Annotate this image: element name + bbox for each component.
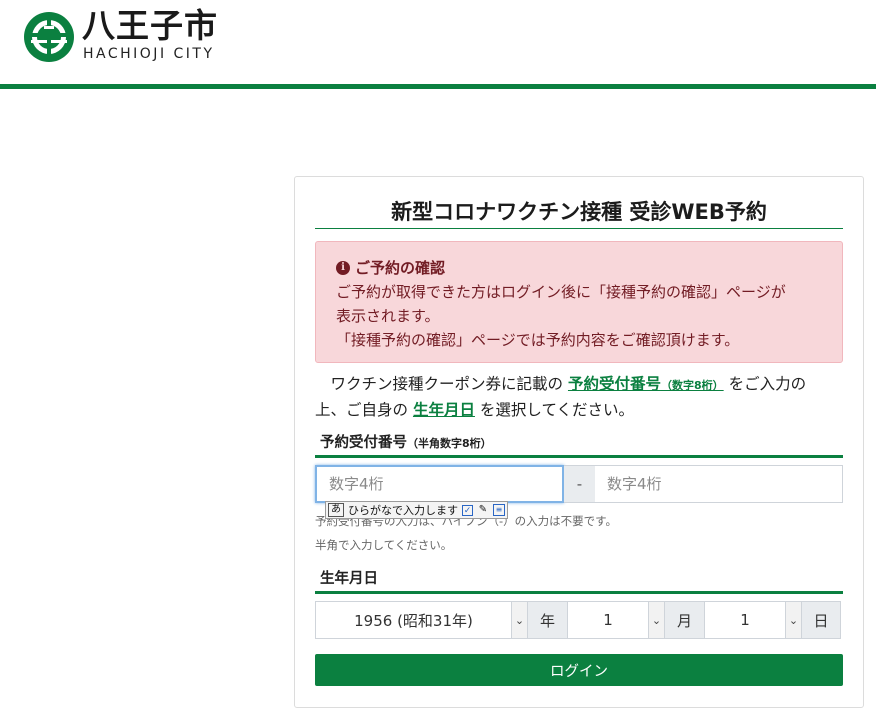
alert-line-3: 「接種予約の確認」ページでは予約内容をご確認頂けます。 [336, 331, 740, 349]
hachioji-emblem-icon[interactable] [23, 11, 75, 63]
reservation-confirm-alert: i ご予約の確認 ご予約が取得できた方はログイン後に「接種予約の確認」ページが … [315, 241, 843, 363]
reservation-number-separator: - [564, 465, 595, 503]
ime-dictionary-icon[interactable]: ✎ [477, 504, 489, 516]
alert-line-2: 表示されます。 [336, 307, 440, 325]
reservation-login-card: 新型コロナワクチン接種 受診WEB予約 i ご予約の確認 ご予約が取得できた方は… [294, 176, 864, 708]
intro-part-4: を選択してください。 [479, 401, 634, 419]
alert-line-1: ご予約が取得できた方はログイン後に「接種予約の確認」ページが [336, 283, 786, 301]
year-unit: 年 [528, 601, 567, 639]
reservation-number-label-text: 予約受付番号 [320, 435, 407, 451]
chevron-down-icon[interactable]: ⌄ [785, 602, 801, 638]
birth-month-value: 1 [603, 611, 613, 629]
reservation-number-second-input[interactable] [595, 465, 843, 503]
intro-text: ワクチン接種クーポン券に記載の 予約受付番号（数字8桁） をご入力の 上、ご自身… [315, 372, 843, 422]
birth-day-select[interactable]: 1 ⌄ [704, 601, 802, 639]
form-title: 新型コロナワクチン接種 受診WEB予約 [391, 200, 767, 224]
logo-title-ja: 八王子市 [82, 6, 218, 45]
birth-year-value: 1956 (昭和31年) [354, 611, 473, 630]
birth-day-value: 1 [740, 611, 750, 629]
reservation-number-label-sub: （半角数字8桁） [407, 437, 492, 450]
alert-title: ご予約の確認 [355, 259, 446, 277]
ime-toolbar[interactable]: あ ひらがなで入力します ✓ ✎ ≡ [325, 501, 508, 519]
ime-checkbox-icon[interactable]: ✓ [462, 504, 473, 516]
header-divider [0, 84, 876, 89]
birthdate-link[interactable]: 生年月日 [413, 401, 475, 419]
reservation-number-link-note: （数字8桁） [660, 379, 724, 392]
intro-part-3: 上、ご自身の [315, 401, 409, 419]
login-button[interactable]: ログイン [315, 654, 843, 686]
reservation-number-label: 予約受付番号（半角数字8桁） [320, 431, 492, 452]
birthdate-selects: 1956 (昭和31年) ⌄ 年 1 ⌄ 月 1 ⌄ 日 [315, 601, 843, 639]
reservation-help-2: 半角で入力してください。 [315, 538, 453, 552]
reservation-number-link-text: 予約受付番号 [567, 375, 661, 393]
chevron-down-icon[interactable]: ⌄ [511, 602, 527, 638]
info-circle-icon: i [336, 261, 350, 275]
chevron-down-icon[interactable]: ⌄ [648, 602, 664, 638]
birthdate-divider [315, 591, 843, 594]
site-header: 八王子市 HACHIOJI CITY [0, 0, 876, 90]
day-unit: 日 [802, 601, 841, 639]
form-title-divider [315, 228, 843, 229]
month-unit: 月 [665, 601, 704, 639]
reservation-number-first-input[interactable] [315, 465, 564, 503]
alert-title-row: i ご予約の確認 [336, 256, 822, 280]
intro-part-2: をご入力の [728, 375, 807, 393]
ime-mode-indicator[interactable]: あ [328, 503, 344, 517]
ime-list-icon[interactable]: ≡ [493, 504, 505, 516]
birthdate-label: 生年月日 [320, 571, 378, 587]
reservation-number-link[interactable]: 予約受付番号（数字8桁） [568, 375, 724, 393]
reservation-number-group: - [315, 465, 843, 503]
intro-part-1: ワクチン接種クーポン券に記載の [330, 375, 564, 393]
reservation-number-divider [315, 455, 843, 458]
birth-month-select[interactable]: 1 ⌄ [567, 601, 665, 639]
birth-year-select[interactable]: 1956 (昭和31年) ⌄ [315, 601, 528, 639]
logo-title-en: HACHIOJI CITY [83, 46, 215, 62]
ime-mode-text: ひらがなで入力します [348, 504, 458, 517]
